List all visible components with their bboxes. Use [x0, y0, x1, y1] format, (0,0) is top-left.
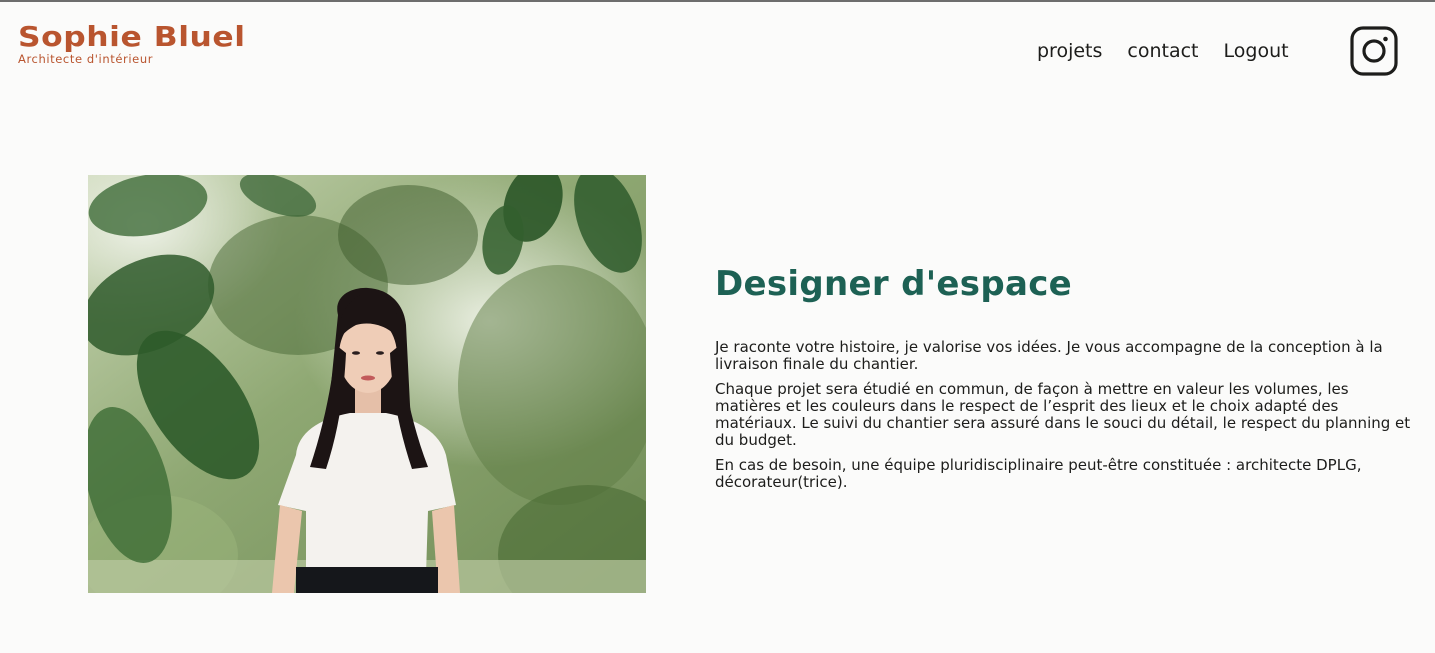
nav-link-projects[interactable]: projets — [1037, 40, 1102, 62]
nav-link-logout[interactable]: Logout — [1224, 40, 1289, 62]
nav-link-contact[interactable]: contact — [1127, 40, 1198, 62]
section-title: Designer d'espace — [715, 264, 1073, 304]
logo[interactable]: Sophie Bluel Architecte d'intérieur — [18, 22, 245, 67]
site-header: Sophie Bluel Architecte d'intérieur proj… — [0, 2, 1435, 92]
portrait-photo — [88, 175, 646, 593]
main-nav: projets contact Logout — [1037, 40, 1289, 62]
intro-paragraph: Chaque projet sera étudié en commun, de … — [715, 380, 1411, 449]
intro-paragraph: Je raconte votre histoire, je valorise v… — [715, 338, 1383, 373]
introduction-section: Designer d'espace Je raconte votre histo… — [715, 262, 1415, 499]
logo-subtitle: Architecte d'intérieur — [18, 52, 154, 66]
logo-title: Sophie Bluel — [18, 20, 246, 53]
instagram-icon[interactable] — [1350, 26, 1398, 76]
intro-paragraph: En cas de besoin, une équipe pluridiscip… — [715, 456, 1362, 491]
